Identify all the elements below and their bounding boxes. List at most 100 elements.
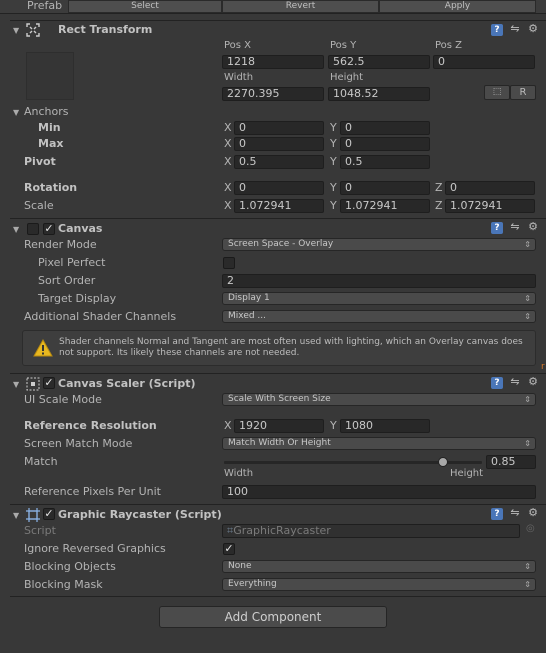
match-label: Match [24, 455, 58, 468]
dropdown-arrow-icon: ⇕ [524, 395, 531, 404]
anchor-max-y-axis: Y [330, 137, 337, 150]
anchor-max-y-field[interactable]: 0 [340, 137, 430, 151]
help-icon[interactable]: ? [491, 222, 503, 234]
script-field: ⌗GraphicRaycaster [222, 524, 520, 538]
rotation-y-field[interactable]: 0 [340, 181, 430, 195]
add-component-button[interactable]: Add Component [159, 606, 387, 628]
shader-warning-box: Shader channels Normal and Tangent are m… [22, 330, 536, 366]
match-value-field[interactable]: 0.85 [486, 455, 536, 469]
prefab-revert-button[interactable]: Revert [222, 0, 379, 13]
anchors-foldout-icon[interactable]: ▼ [13, 108, 19, 117]
shader-channels-dropdown[interactable]: Mixed ... ⇕ [222, 310, 536, 323]
dropdown-arrow-icon: ⇕ [524, 562, 531, 571]
screen-match-mode-value: Match Width Or Height [228, 438, 331, 448]
anchor-min-x-axis: X [224, 121, 232, 134]
scale-y-axis: Y [330, 199, 337, 212]
scrollbar-edge: r [541, 362, 545, 372]
scale-x-axis: X [224, 199, 232, 212]
preset-icon[interactable]: ⇋ [509, 221, 521, 233]
gear-icon[interactable]: ⚙ [527, 221, 539, 233]
prefab-toolbar: Prefab Select Revert Apply [0, 0, 546, 14]
screen-match-mode-dropdown[interactable]: Match Width Or Height ⇕ [222, 437, 536, 450]
canvas-icon [27, 223, 39, 235]
height-label: Height [330, 72, 364, 83]
anchor-min-label: Min [38, 121, 61, 134]
width-label: Width [224, 72, 254, 83]
preset-icon[interactable]: ⇋ [509, 23, 521, 35]
rect-transform-icon [26, 23, 40, 37]
help-icon[interactable]: ? [491, 508, 503, 520]
object-picker-icon: ◎ [526, 523, 535, 534]
canvas-scaler-title: Canvas Scaler (Script) [58, 377, 196, 390]
rotation-x-field[interactable]: 0 [234, 181, 324, 195]
preset-icon[interactable]: ⇋ [509, 376, 521, 388]
scale-x-field[interactable]: 1.072941 [234, 199, 324, 213]
width-field[interactable]: 2270.395 [222, 87, 324, 101]
ref-res-y-axis: Y [330, 419, 337, 432]
gear-icon[interactable]: ⚙ [527, 507, 539, 519]
pivot-x-axis: X [224, 155, 232, 168]
pos-z-field[interactable]: 0 [433, 55, 535, 69]
blocking-objects-label: Blocking Objects [24, 560, 116, 573]
gear-icon[interactable]: ⚙ [527, 376, 539, 388]
anchor-min-x-field[interactable]: 0 [234, 121, 324, 135]
anchor-max-x-field[interactable]: 0 [234, 137, 324, 151]
pos-x-field[interactable]: 1218 [222, 55, 324, 69]
sort-order-field[interactable]: 2 [222, 274, 536, 288]
ref-ppu-label: Reference Pixels Per Unit [24, 485, 161, 498]
rect-transform-foldout-icon[interactable]: ▼ [13, 26, 19, 35]
height-field[interactable]: 1048.52 [328, 87, 430, 101]
ref-ppu-field[interactable]: 100 [222, 485, 536, 499]
gear-icon[interactable]: ⚙ [527, 23, 539, 35]
pivot-x-field[interactable]: 0.5 [234, 155, 324, 169]
scale-z-field[interactable]: 1.072941 [445, 199, 535, 213]
ref-res-y-field[interactable]: 1080 [340, 419, 430, 433]
prefab-label: Prefab [27, 0, 63, 12]
render-mode-dropdown[interactable]: Screen Space - Overlay ⇕ [222, 238, 536, 251]
pivot-y-axis: Y [330, 155, 337, 168]
raw-edit-button[interactable]: R [510, 85, 536, 100]
match-slider-thumb[interactable] [438, 457, 449, 467]
canvas-foldout-icon[interactable]: ▼ [13, 225, 19, 234]
help-icon[interactable]: ? [491, 377, 503, 389]
target-display-value: Display 1 [228, 293, 270, 303]
pos-y-label: Pos Y [330, 40, 357, 51]
ignore-reversed-label: Ignore Reversed Graphics [24, 542, 166, 555]
target-display-dropdown[interactable]: Display 1 ⇕ [222, 292, 536, 305]
shader-warning-text: Shader channels Normal and Tangent are m… [59, 337, 523, 358]
canvas-scaler-enabled-checkbox[interactable]: ✓ [43, 377, 55, 389]
ref-res-x-field[interactable]: 1920 [234, 419, 324, 433]
raycaster-enabled-checkbox[interactable]: ✓ [43, 508, 55, 520]
raycaster-foldout-icon[interactable]: ▼ [13, 511, 19, 520]
add-component-divider [10, 596, 546, 597]
raycaster-icon [26, 508, 40, 522]
ui-scale-mode-dropdown[interactable]: Scale With Screen Size ⇕ [222, 393, 536, 406]
blueprint-mode-button[interactable]: ⬚ [484, 85, 510, 100]
prefab-apply-button[interactable]: Apply [379, 0, 536, 13]
pos-y-field[interactable]: 562.5 [328, 55, 430, 69]
shader-channels-value: Mixed ... [228, 311, 267, 321]
canvas-scaler-foldout-icon[interactable]: ▼ [13, 380, 19, 389]
blocking-objects-value: None [228, 561, 252, 571]
pixel-perfect-checkbox[interactable] [223, 257, 235, 269]
ignore-reversed-checkbox[interactable]: ✓ [223, 543, 235, 555]
rotation-z-field[interactable]: 0 [445, 181, 535, 195]
preset-icon[interactable]: ⇋ [509, 507, 521, 519]
anchor-min-y-field[interactable]: 0 [340, 121, 430, 135]
screen-match-mode-label: Screen Match Mode [24, 437, 133, 450]
match-width-label: Width [224, 468, 254, 479]
rect-blueprint-widget[interactable] [26, 52, 74, 100]
scale-y-field[interactable]: 1.072941 [340, 199, 430, 213]
anchor-max-x-axis: X [224, 137, 232, 150]
blocking-mask-dropdown[interactable]: Everything ⇕ [222, 578, 536, 591]
anchors-label[interactable]: Anchors [24, 105, 69, 119]
canvas-enabled-checkbox[interactable]: ✓ [43, 223, 55, 235]
help-icon[interactable]: ? [491, 24, 503, 36]
blocking-objects-dropdown[interactable]: None ⇕ [222, 560, 536, 573]
anchor-min-y-axis: Y [330, 121, 337, 134]
raycaster-title: Graphic Raycaster (Script) [58, 508, 222, 521]
script-value: GraphicRaycaster [233, 524, 331, 537]
pixel-perfect-label: Pixel Perfect [38, 256, 106, 269]
pivot-y-field[interactable]: 0.5 [340, 155, 430, 169]
prefab-select-button[interactable]: Select [68, 0, 222, 13]
